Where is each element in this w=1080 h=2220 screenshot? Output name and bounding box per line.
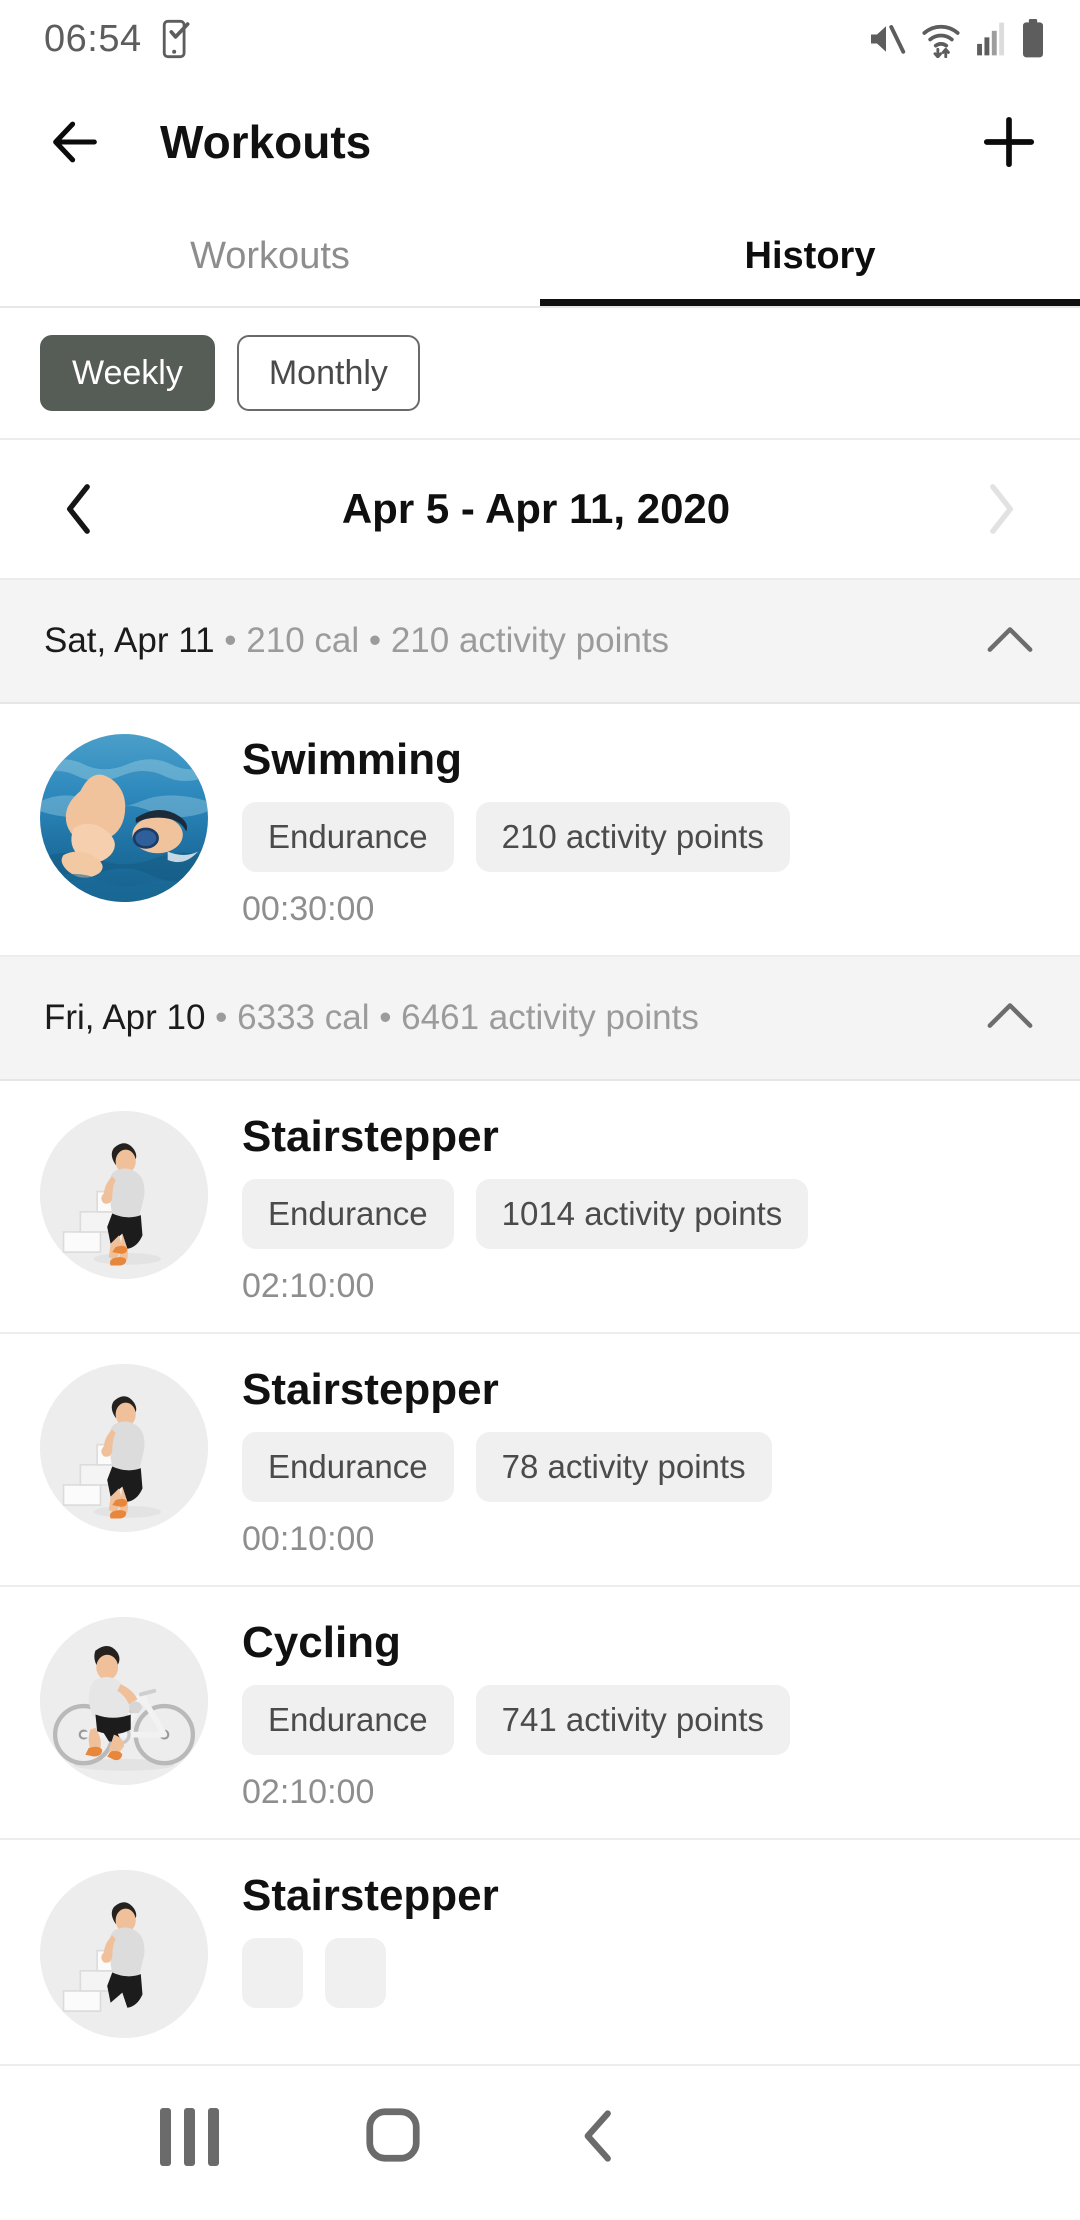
workout-details: Stairstepper (242, 1870, 1040, 2008)
tab-workouts-label: Workouts (190, 234, 350, 277)
status-bar-left: 06:54 (44, 18, 194, 61)
workout-duration: 00:30:00 (242, 889, 375, 928)
workout-details: Stairstepper Endurance 78 activity point… (242, 1364, 1040, 1559)
date-range-label: Apr 5 - Apr 11, 2020 (341, 485, 731, 532)
day-group-date: Sat, Apr 11 (44, 621, 215, 660)
workout-title: Swimming (242, 735, 463, 784)
date-range-nav: Apr 5 - Apr 11, 2020 (0, 440, 1080, 580)
day-group-collapse-button[interactable] (984, 622, 1036, 661)
stairstepper-illustration-icon (40, 1869, 208, 2038)
workout-row[interactable]: Stairstepper Endurance 78 activity point… (0, 1333, 1080, 1587)
back-button[interactable] (46, 113, 104, 171)
workout-duration: 02:10:00 (242, 1772, 375, 1811)
period-option-monthly-label: Monthly (268, 353, 388, 392)
tab-history-label: History (744, 234, 876, 277)
workout-chips: Endurance 210 activity points (242, 801, 1040, 872)
cycling-illustration (40, 1616, 208, 1785)
status-bar: 06:54 (0, 0, 1080, 78)
day-group-date: Fri, Apr 10 (44, 997, 206, 1037)
workout-points-chip: 741 activity points (475, 1684, 790, 1755)
workout-points-chip (325, 1937, 387, 2008)
chevron-up-icon (987, 1003, 1033, 1029)
workout-points-chip: 1014 activity points (475, 1178, 809, 1249)
period-toggle: Weekly Monthly (0, 308, 1080, 440)
workout-points-chip: 210 activity points (475, 801, 790, 872)
workout-title: Stairstepper (242, 1364, 499, 1414)
tab-active-indicator (540, 299, 1080, 306)
day-group-stats: • 210 cal • 210 activity points (214, 621, 670, 660)
workout-row[interactable]: Stairstepper Endurance 1014 activity poi… (0, 1080, 1080, 1334)
cycling-illustration-icon (40, 1616, 208, 1785)
app-bar: Workouts (0, 78, 1080, 206)
workout-chips: Endurance 741 activity points (242, 1684, 1040, 1755)
period-option-monthly[interactable]: Monthly (236, 335, 420, 411)
page-title: Workouts (160, 116, 372, 168)
next-week-button[interactable] (974, 481, 1028, 537)
workout-chips (242, 1937, 1040, 2008)
stairstepper-illustration (40, 1363, 208, 1532)
workout-chips: Endurance 78 activity points (242, 1431, 1040, 1502)
workout-duration: 00:10:00 (242, 1519, 375, 1558)
day-group-header[interactable]: Sat, Apr 11 • 210 cal • 210 activity poi… (0, 580, 1080, 704)
chevron-right-icon (990, 484, 1014, 534)
nav-back-chevron-icon (584, 2110, 611, 2162)
workout-type-chip: Endurance (242, 1178, 454, 1249)
stairstepper-illustration-icon (40, 1110, 208, 1279)
recents-icon[interactable] (160, 2108, 219, 2166)
recents-bar (160, 2108, 171, 2166)
stairstepper-illustration-icon (40, 1363, 208, 1532)
workout-row[interactable]: Stairstepper (0, 1839, 1080, 2066)
day-group-summary: Fri, Apr 10 • 6333 cal • 6461 activity p… (44, 998, 699, 1038)
tab-bar: Workouts History (0, 206, 1080, 306)
status-time: 06:54 (44, 17, 142, 60)
chevron-up-icon (987, 626, 1033, 652)
swimming-photo (40, 734, 208, 902)
workout-duration: 02:10:00 (242, 1266, 375, 1305)
workout-points-chip: 78 activity points (475, 1431, 772, 1502)
recents-bar (208, 2108, 219, 2166)
tab-history[interactable]: History (540, 206, 1080, 306)
home-icon[interactable] (362, 2104, 424, 2171)
stairstepper-illustration (40, 1110, 208, 1279)
back-icon[interactable] (570, 2106, 628, 2171)
status-bar-right (866, 19, 1046, 59)
recents-bar (184, 2108, 195, 2166)
app-screen: 06:54 Workouts Workouts History Weekly M… (0, 0, 1080, 2220)
workout-title: Stairstepper (242, 1870, 499, 1920)
workout-details: Swimming Endurance 210 activity points 0… (242, 734, 1040, 929)
home-circle-icon (366, 2108, 420, 2162)
workout-details: Cycling Endurance 741 activity points 02… (242, 1617, 1040, 1812)
workout-title: Cycling (242, 1617, 401, 1667)
workout-type-chip (242, 1937, 304, 2008)
day-group-collapse-button[interactable] (984, 998, 1036, 1037)
workout-row[interactable]: Cycling Endurance 741 activity points 02… (0, 1586, 1080, 1840)
workout-details: Stairstepper Endurance 1014 activity poi… (242, 1111, 1040, 1306)
workout-title: Stairstepper (242, 1111, 499, 1161)
workout-type-chip: Endurance (242, 801, 454, 872)
phone-checklist-icon (162, 19, 190, 59)
day-group-summary: Sat, Apr 11 • 210 cal • 210 activity poi… (44, 621, 669, 661)
wifi-icon (922, 24, 960, 58)
tab-workouts[interactable]: Workouts (0, 206, 540, 306)
system-navigation-bar (0, 2070, 1080, 2220)
add-workout-button[interactable] (978, 111, 1040, 173)
day-group-stats: • 6333 cal • 6461 activity points (205, 997, 699, 1037)
workout-chips: Endurance 1014 activity points (242, 1178, 1040, 1249)
stairstepper-illustration (40, 1869, 208, 2038)
signal-icon (977, 22, 1005, 56)
battery-icon (1023, 19, 1043, 58)
back-arrow-icon (53, 121, 97, 163)
swimming-photo-icon (40, 734, 208, 902)
day-group-header[interactable]: Fri, Apr 10 • 6333 cal • 6461 activity p… (0, 956, 1080, 1081)
workout-type-chip: Endurance (242, 1684, 454, 1755)
period-option-weekly[interactable]: Weekly (40, 335, 215, 411)
workout-row[interactable]: Swimming Endurance 210 activity points 0… (0, 704, 1080, 957)
workout-type-chip: Endurance (242, 1431, 454, 1502)
mute-icon (871, 25, 906, 54)
plus-icon (983, 116, 1035, 168)
chevron-left-icon (66, 484, 90, 534)
period-option-weekly-label: Weekly (72, 353, 183, 392)
